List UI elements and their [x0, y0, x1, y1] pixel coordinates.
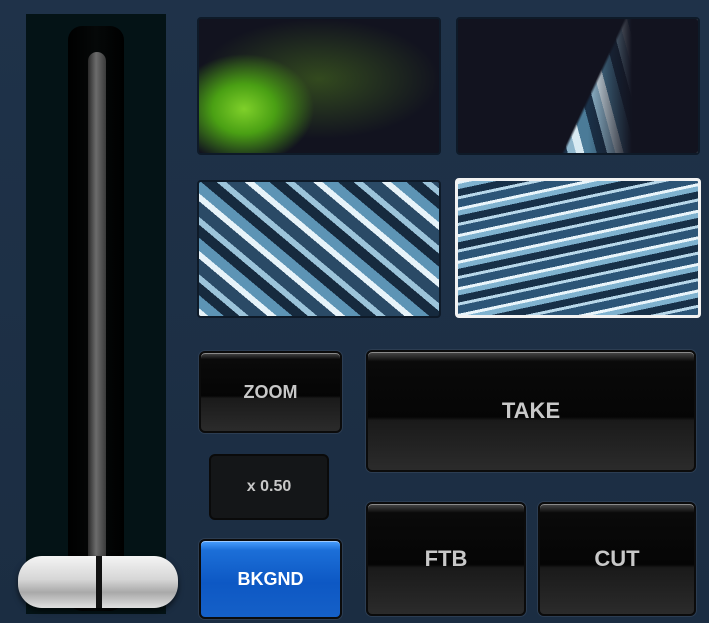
- tbar-handle[interactable]: [18, 556, 178, 608]
- thumbnail-light-streaks[interactable]: [455, 178, 701, 318]
- zoom-button[interactable]: ZOOM: [199, 351, 342, 433]
- switcher-panel: ZOOM x 0.50 BKGND TAKE FTB CUT: [0, 0, 709, 623]
- cut-button[interactable]: CUT: [538, 502, 696, 616]
- tbar-rod[interactable]: [88, 52, 106, 592]
- bkgnd-button[interactable]: BKGND: [199, 539, 342, 619]
- take-button[interactable]: TAKE: [366, 350, 696, 472]
- thumbnail-shading: [588, 19, 698, 153]
- zoom-value-display: x 0.50: [209, 454, 329, 520]
- tbar-handle-notch: [96, 556, 102, 608]
- thumbnail-green-particles[interactable]: [197, 17, 441, 155]
- ftb-button[interactable]: FTB: [366, 502, 526, 616]
- thumbnail-crystal-blocks-right[interactable]: [456, 17, 700, 155]
- thumbnail-crystal-blocks-cluster[interactable]: [197, 180, 441, 318]
